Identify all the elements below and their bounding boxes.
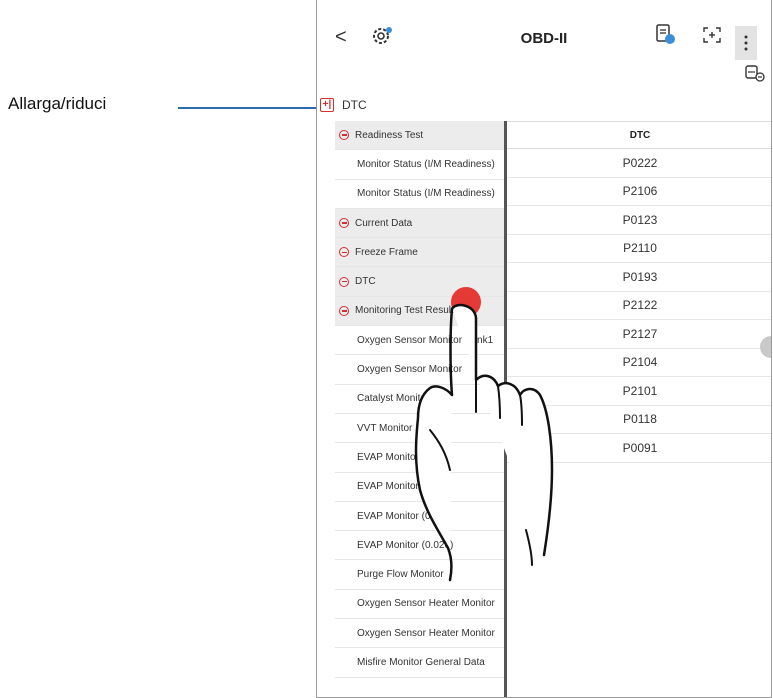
- tree-item-row[interactable]: Oxygen Sensor Monitor Bank1: [335, 326, 505, 356]
- tree-row-label: Catalyst Monitor: [357, 393, 430, 405]
- tree-item-row[interactable]: Oxygen Sensor Monitor: [335, 355, 505, 385]
- tree-row-label: VVT Monitor: [357, 422, 413, 434]
- section-header: +| DTC: [320, 94, 367, 116]
- expand-icon[interactable]: [703, 27, 721, 43]
- table-row[interactable]: P2127: [507, 320, 771, 349]
- tree-row-label: EVAP Monitor (0.0: [357, 481, 439, 493]
- car-icon[interactable]: [745, 64, 765, 82]
- tree-item-row[interactable]: Oxygen Sensor Heater Monitor: [335, 589, 505, 620]
- tree-row-label: EVAP Monitor (0.020): [357, 539, 454, 551]
- tree-item-row[interactable]: Misfire Monitor General Data: [335, 648, 505, 678]
- dtc-table: DTC P0222 P2106 P0123 P2110 P0193 P2122 P2127 P…: [507, 121, 771, 463]
- device-screen: < OBD-II +| DTC Readiness Test Monitor S…: [316, 0, 772, 698]
- tree-item-row[interactable]: Purge Flow Monitor: [335, 560, 505, 590]
- tree-item-row[interactable]: Catalyst Monitor: [335, 384, 505, 414]
- table-row[interactable]: P2106: [507, 178, 771, 206]
- tree-item-row[interactable]: Monitor Status (I/M Readiness): [335, 179, 505, 209]
- tree-row-label: Misfire Monitor General Data: [357, 656, 485, 668]
- table-row[interactable]: P0193: [507, 263, 771, 292]
- tree-item-row[interactable]: Monitor Status (I/M Readiness): [335, 150, 505, 180]
- collapse-icon[interactable]: [339, 218, 349, 229]
- tree-group-row[interactable]: Readiness Test: [335, 121, 505, 151]
- tree-row-label: Freeze Frame: [355, 246, 418, 258]
- tree-group-row[interactable]: Freeze Frame: [335, 238, 505, 268]
- tree-item-row[interactable]: EVAP Monitor (: [335, 443, 505, 473]
- callout-line: [178, 107, 326, 109]
- tree-group-row[interactable]: DTC: [335, 267, 505, 297]
- section-title: DTC: [342, 98, 367, 112]
- tree-item-row[interactable]: EVAP Monitor (0.020): [335, 531, 505, 561]
- table-row[interactable]: P2122: [507, 292, 771, 320]
- table-row[interactable]: P0222: [507, 149, 771, 178]
- tree-row-label: DTC: [355, 276, 376, 288]
- table-row[interactable]: P0123: [507, 206, 771, 235]
- table-row[interactable]: P0118: [507, 406, 771, 434]
- tree-row-label: Purge Flow Monitor: [357, 569, 444, 581]
- top-bar: < OBD-II: [317, 0, 771, 82]
- module-tree: Readiness Test Monitor Status (I/M Readin…: [335, 121, 505, 678]
- tree-row-label: Current Data: [355, 217, 413, 229]
- table-row[interactable]: P2101: [507, 377, 771, 406]
- tree-row-label: Monitor Status (I/M Readiness): [357, 188, 495, 200]
- expand-collapse-button[interactable]: +|: [320, 98, 334, 112]
- tree-group-row[interactable]: Monitoring Test Results: [335, 296, 505, 327]
- collapse-icon[interactable]: [339, 247, 349, 258]
- table-row[interactable]: P2110: [507, 235, 771, 263]
- tree-row-label: Readiness Test: [355, 129, 424, 141]
- collapse-icon[interactable]: [339, 305, 349, 316]
- table-row[interactable]: P2104: [507, 349, 771, 377]
- collapse-icon[interactable]: [339, 130, 349, 141]
- tree-row-label: Monitor Status (I/M Readiness): [357, 158, 495, 170]
- collapse-icon[interactable]: [339, 276, 349, 287]
- tree-row-label: Oxygen Sensor Monitor: [357, 364, 463, 376]
- tree-item-row[interactable]: Oxygen Sensor Heater Monitor: [335, 619, 505, 649]
- table-row[interactable]: P0091: [507, 434, 771, 463]
- callout-label: Allarga/riduci: [8, 94, 107, 113]
- tree-row-label: Monitoring Test Results: [355, 305, 459, 317]
- tree-item-row[interactable]: EVAP Monitor (0.040: [335, 501, 505, 532]
- table-header: DTC: [507, 121, 771, 149]
- tree-row-label: Oxygen Sensor Heater Monitor: [357, 627, 495, 639]
- report-icon[interactable]: [655, 24, 677, 46]
- tree-group-row[interactable]: Current Data: [335, 208, 505, 239]
- tree-row-label: Oxygen Sensor Monitor Bank1: [357, 334, 494, 346]
- tree-row-label: Oxygen Sensor Heater Monitor: [357, 598, 495, 610]
- tree-row-label: EVAP Monitor (0.040: [357, 510, 451, 522]
- tree-item-row[interactable]: EVAP Monitor (0.0: [335, 472, 505, 502]
- more-icon[interactable]: [735, 26, 757, 60]
- tree-item-row[interactable]: VVT Monitor: [335, 413, 505, 444]
- tree-row-label: EVAP Monitor (: [357, 451, 425, 463]
